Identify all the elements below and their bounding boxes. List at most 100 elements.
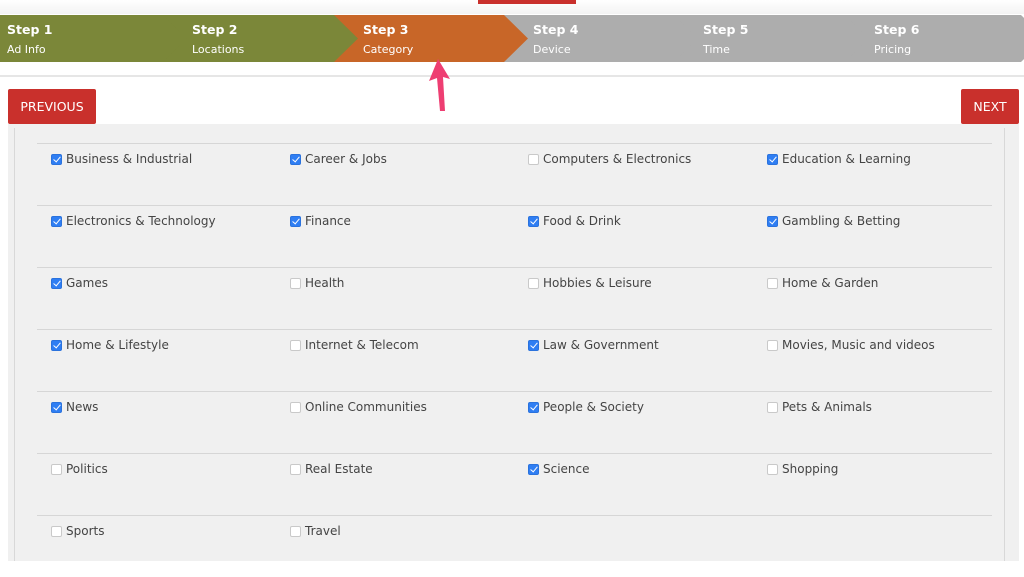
checkbox-checked[interactable] — [528, 463, 539, 475]
category-option[interactable]: Home & Garden — [767, 276, 878, 290]
checkbox-unchecked[interactable] — [528, 153, 539, 165]
category-row: Home & Lifestyle Internet & Telecom Law & … — [37, 329, 992, 391]
wizard-steps: Step 1 Ad Info Step 2 Locations Step 3 C… — [0, 15, 1024, 62]
category-row: Sports Travel — [37, 515, 992, 577]
category-label: Computers & Electronics — [543, 152, 692, 166]
category-option[interactable]: Career & Jobs — [290, 152, 387, 166]
category-option[interactable]: Hobbies & Leisure — [528, 276, 652, 290]
category-label: Real Estate — [305, 462, 373, 476]
category-option[interactable]: Electronics & Technology — [51, 214, 216, 228]
checkbox-unchecked[interactable] — [290, 401, 301, 413]
wizard-step-4[interactable]: Step 4 Device — [504, 15, 709, 62]
category-label: Hobbies & Leisure — [543, 276, 652, 290]
checkbox-checked[interactable] — [51, 277, 62, 289]
category-label: Science — [543, 462, 590, 476]
category-label: Gambling & Betting — [782, 214, 901, 228]
next-button[interactable]: NEXT — [961, 89, 1019, 124]
category-label: Pets & Animals — [782, 400, 872, 414]
category-label: Law & Government — [543, 338, 659, 352]
category-row: News Online Communities People & Society Pe… — [37, 391, 992, 453]
checkbox-unchecked[interactable] — [767, 401, 778, 413]
wizard-step-3[interactable]: Step 3 Category — [334, 15, 539, 62]
category-option[interactable]: Movies, Music and videos — [767, 338, 935, 352]
category-grid: Business & Industrial Career & Jobs Comput… — [37, 143, 992, 577]
step-title: Step 3 — [363, 22, 409, 37]
checkbox-unchecked[interactable] — [767, 463, 778, 475]
category-label: Sports — [66, 524, 105, 538]
step-subtitle: Time — [703, 43, 730, 56]
category-label: Electronics & Technology — [66, 214, 216, 228]
category-option[interactable]: Science — [528, 462, 590, 476]
checkbox-checked[interactable] — [528, 339, 539, 351]
category-option[interactable]: Travel — [290, 524, 341, 538]
category-option[interactable]: Games — [51, 276, 108, 290]
category-option[interactable]: Finance — [290, 214, 351, 228]
checkbox-unchecked[interactable] — [767, 339, 778, 351]
category-option[interactable]: Gambling & Betting — [767, 214, 900, 228]
step-subtitle: Pricing — [874, 43, 912, 56]
wizard-step-6[interactable]: Step 6 Pricing — [845, 15, 1024, 62]
checkbox-unchecked[interactable] — [290, 277, 301, 289]
category-option[interactable]: Computers & Electronics — [528, 152, 691, 166]
category-label: Food & Drink — [543, 214, 621, 228]
checkbox-checked[interactable] — [290, 153, 301, 165]
category-row: Politics Real Estate Science Shopping — [37, 453, 992, 515]
checkbox-unchecked[interactable] — [51, 463, 62, 475]
steps-divider — [0, 75, 1024, 77]
category-option[interactable]: Business & Industrial — [51, 152, 192, 166]
category-option[interactable]: Shopping — [767, 462, 838, 476]
category-option[interactable]: Home & Lifestyle — [51, 338, 169, 352]
checkbox-unchecked[interactable] — [290, 339, 301, 351]
checkbox-checked[interactable] — [528, 401, 539, 413]
checkbox-unchecked[interactable] — [767, 277, 778, 289]
category-label: Politics — [66, 462, 108, 476]
wizard-step-5[interactable]: Step 5 Time — [674, 15, 879, 62]
checkbox-checked[interactable] — [51, 153, 62, 165]
top-red-tab — [478, 0, 576, 4]
category-option[interactable]: Pets & Animals — [767, 400, 872, 414]
panel-left-border — [14, 128, 15, 561]
category-option[interactable]: People & Society — [528, 400, 644, 414]
category-option[interactable]: News — [51, 400, 98, 414]
category-label: Games — [66, 276, 108, 290]
checkbox-checked[interactable] — [51, 401, 62, 413]
category-option[interactable]: Law & Government — [528, 338, 659, 352]
checkbox-checked[interactable] — [767, 215, 778, 227]
category-option[interactable]: Real Estate — [290, 462, 373, 476]
category-label: Health — [305, 276, 345, 290]
previous-button[interactable]: PREVIOUS — [8, 89, 96, 124]
step-title: Step 1 — [7, 22, 53, 37]
category-option[interactable]: Online Communities — [290, 400, 427, 414]
checkbox-checked[interactable] — [51, 339, 62, 351]
step-subtitle: Device — [533, 43, 571, 56]
category-row: Games Health Hobbies & Leisure Home & Garde… — [37, 267, 992, 329]
checkbox-checked[interactable] — [528, 215, 539, 227]
checkbox-unchecked[interactable] — [290, 525, 301, 537]
category-label: People & Society — [543, 400, 644, 414]
category-option[interactable]: Health — [290, 276, 344, 290]
category-option[interactable]: Education & Learning — [767, 152, 911, 166]
checkbox-unchecked[interactable] — [290, 463, 301, 475]
category-label: Career & Jobs — [305, 152, 387, 166]
category-option[interactable]: Internet & Telecom — [290, 338, 419, 352]
checkbox-checked[interactable] — [290, 215, 301, 227]
checkbox-checked[interactable] — [51, 215, 62, 227]
panel-right-border — [1004, 128, 1005, 561]
category-row: Business & Industrial Career & Jobs Comput… — [37, 143, 992, 205]
category-option[interactable]: Politics — [51, 462, 108, 476]
checkbox-unchecked[interactable] — [528, 277, 539, 289]
category-label: News — [66, 400, 99, 414]
step-subtitle: Locations — [192, 43, 245, 56]
category-option[interactable]: Food & Drink — [528, 214, 621, 228]
category-label: Travel — [305, 524, 341, 538]
category-label: Online Communities — [305, 400, 427, 414]
checkbox-checked[interactable] — [767, 153, 778, 165]
category-label: Education & Learning — [782, 152, 911, 166]
category-row: Electronics & Technology Finance Food & Dr… — [37, 205, 992, 267]
category-option[interactable]: Sports — [51, 524, 104, 538]
category-label: Movies, Music and videos — [782, 338, 935, 352]
wizard-step-2[interactable]: Step 2 Locations — [163, 15, 368, 62]
arrow-pointer-icon — [429, 59, 450, 111]
checkbox-unchecked[interactable] — [51, 525, 62, 537]
step-title: Step 6 — [874, 22, 920, 37]
